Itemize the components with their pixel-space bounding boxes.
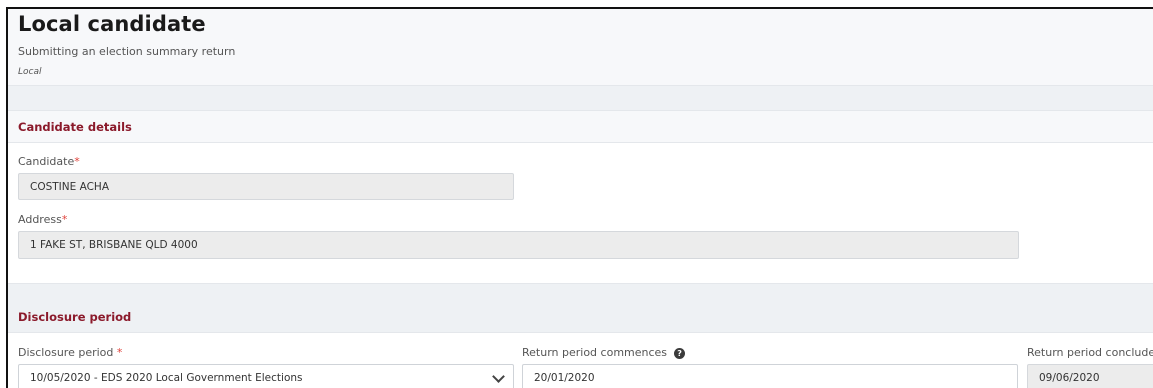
candidate-details-header: Candidate details: [8, 110, 1153, 143]
address-field: 1 FAKE ST, BRISBANE QLD 4000: [18, 231, 1019, 259]
return-period-commences-field[interactable]: 20/01/2020: [522, 364, 1018, 388]
return-period-commences-label-text: Return period commences: [522, 346, 668, 359]
required-marker: *: [74, 155, 80, 168]
disclosure-period-select[interactable]: 10/05/2020 - EDS 2020 Local Government E…: [18, 364, 514, 388]
address-label-text: Address: [18, 213, 62, 226]
candidate-label: Candidate*: [18, 155, 80, 168]
candidate-value: COSTINE ACHA: [30, 180, 110, 193]
spacer-band: [8, 86, 1153, 110]
address-value: 1 FAKE ST, BRISBANE QLD 4000: [30, 239, 198, 251]
disclosure-period-title: Disclosure period: [18, 310, 132, 324]
chevron-down-icon: [492, 369, 505, 383]
page-title: Local candidate: [18, 12, 206, 36]
disclosure-period-label-text: Disclosure period: [18, 346, 117, 359]
candidate-field: COSTINE ACHA: [18, 173, 514, 200]
return-period-commences-label: Return period commences?: [522, 346, 686, 359]
return-period-concludes-field: 09/06/2020: [1027, 364, 1153, 388]
required-marker: *: [61, 213, 68, 226]
page-tag: Local: [18, 67, 42, 77]
disclosure-period-label: Disclosure period *: [18, 346, 122, 359]
disclosure-period-header: Disclosure period: [8, 283, 1153, 333]
disclosure-period-value: 10/05/2020 - EDS 2020 Local Government E…: [30, 371, 303, 384]
return-period-concludes-value: 09/06/2020: [1039, 371, 1100, 384]
candidate-label-text: Candidate: [18, 155, 75, 168]
return-period-commences-value: 20/01/2020: [534, 371, 595, 384]
page-header: Local candidate Submitting an election s…: [8, 9, 1153, 86]
app-window: Local candidate Submitting an election s…: [6, 7, 1153, 388]
page-subtitle: Submitting an election summary return: [18, 45, 236, 58]
address-label: Address*: [18, 213, 67, 226]
required-marker: *: [116, 346, 123, 359]
candidate-details-title: Candidate details: [18, 120, 132, 134]
return-period-concludes-label: Return period concludes: [1027, 346, 1153, 359]
question-circle-icon[interactable]: ?: [674, 348, 686, 359]
